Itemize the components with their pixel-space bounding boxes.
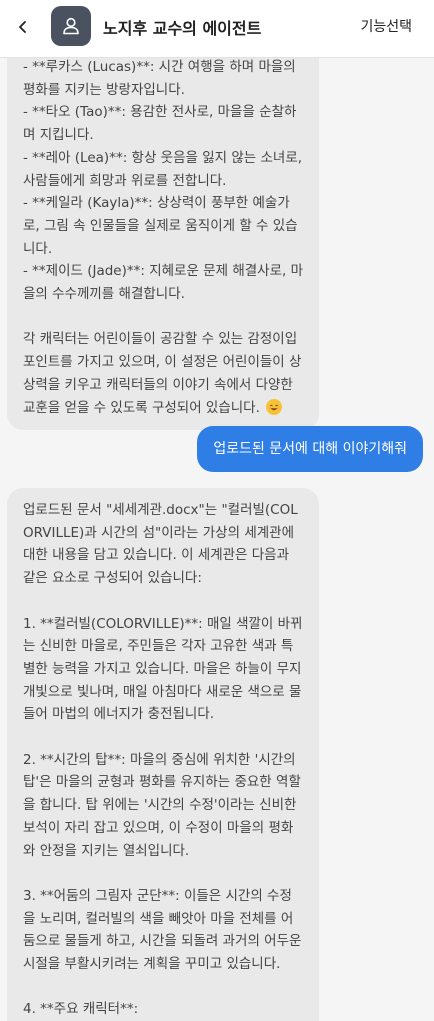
- chat-screen: 노지후 교수의 에이전트 기능선택 - **루카스 (Lucas)**: 시간 …: [0, 0, 434, 1021]
- smiling-face-emoji-icon: [266, 398, 283, 415]
- back-button[interactable]: [10, 14, 36, 40]
- agent-avatar[interactable]: [51, 6, 91, 46]
- assistant-message: 업로드된 문서 "세세계관.docx"는 "컬러빌(COLORVILLE)과 시…: [7, 488, 319, 1021]
- assistant-message: - **루카스 (Lucas)**: 시간 여행을 하며 마을의 평화를 지키는…: [7, 58, 319, 431]
- message-list[interactable]: - **루카스 (Lucas)**: 시간 여행을 하며 마을의 평화를 지키는…: [0, 58, 434, 1021]
- message-text: - **루카스 (Lucas)**: 시간 여행을 하며 마을의 평화를 지키는…: [23, 59, 304, 416]
- message-text: 업로드된 문서 "세세계관.docx"는 "컬러빌(COLORVILLE)과 시…: [23, 502, 303, 1018]
- app-header: 노지후 교수의 에이전트 기능선택: [0, 0, 434, 58]
- user-icon: [63, 17, 79, 35]
- feature-select-button[interactable]: 기능선택: [360, 16, 412, 36]
- chevron-left-icon: [19, 21, 26, 33]
- page-title: 노지후 교수의 에이전트: [103, 19, 262, 38]
- user-message: 업로드된 문서에 대해 이야기해줘: [197, 426, 423, 472]
